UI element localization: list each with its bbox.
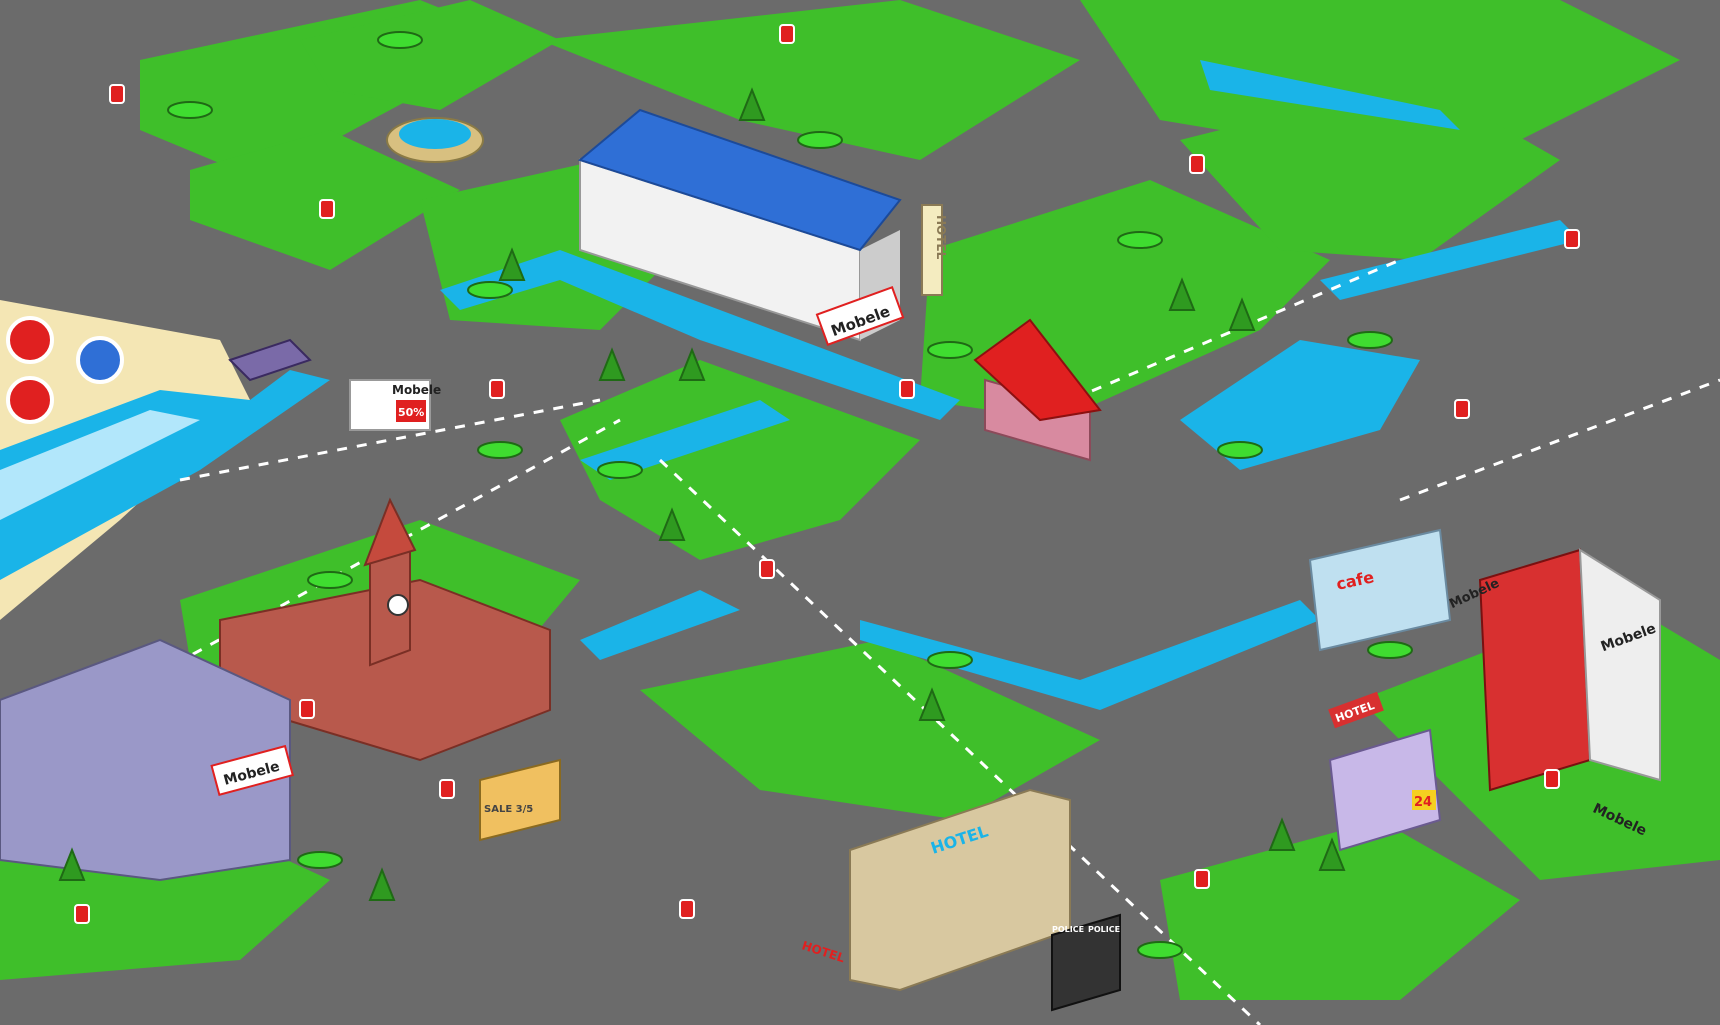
tree [1347,331,1393,349]
tree [597,461,643,479]
clock-icon [387,594,409,616]
mobele-kiosk[interactable]: 50% Mobele [349,379,441,431]
tree [797,131,843,149]
mobele-pin-icon [489,379,505,399]
mobele-pin-icon [679,899,695,919]
fountain-water [399,119,471,149]
mobele-pin-icon [319,199,335,219]
umbrella-icon [6,376,54,424]
mobele-pin-icon [1454,399,1470,419]
mobele-pin-icon [779,24,795,44]
mobele-pin-icon [1189,154,1205,174]
tree [927,341,973,359]
umbrella-icon [76,336,124,384]
shop-24-text: 24 [1414,795,1432,810]
mobele-pin-icon [299,699,315,719]
kiosk-sign-text: Mobele [392,383,441,397]
mobele-pin-icon [109,84,125,104]
city-map: Mobele 50% Mobele Mobele HOTEL HOTEL caf… [0,0,1720,1025]
tree [307,571,353,589]
tree [1367,641,1413,659]
sale-shop-text: SALE 3/5 [484,804,533,815]
mobele-pin-icon [759,559,775,579]
kiosk-sale-text: 50% [398,406,424,419]
tree [1117,231,1163,249]
mobele-pin-icon [1194,869,1210,889]
police-sign-right: POLICE [1088,925,1120,934]
tree [927,651,973,669]
mobele-pin-icon [74,904,90,924]
fountain [386,117,484,163]
tree [167,101,213,119]
hotel-vertical-text: HOTEL [934,215,948,260]
tree [377,31,423,49]
tree [477,441,523,459]
umbrella-icon [6,316,54,364]
police-sign-left: POLICE [1052,925,1084,934]
mobele-pin-icon [1564,229,1580,249]
mobele-pin-icon [1544,769,1560,789]
mobele-pin-icon [899,379,915,399]
tree [297,851,343,869]
tree [1217,441,1263,459]
mobele-pin-icon [439,779,455,799]
tree [467,281,513,299]
tree [1137,941,1183,959]
